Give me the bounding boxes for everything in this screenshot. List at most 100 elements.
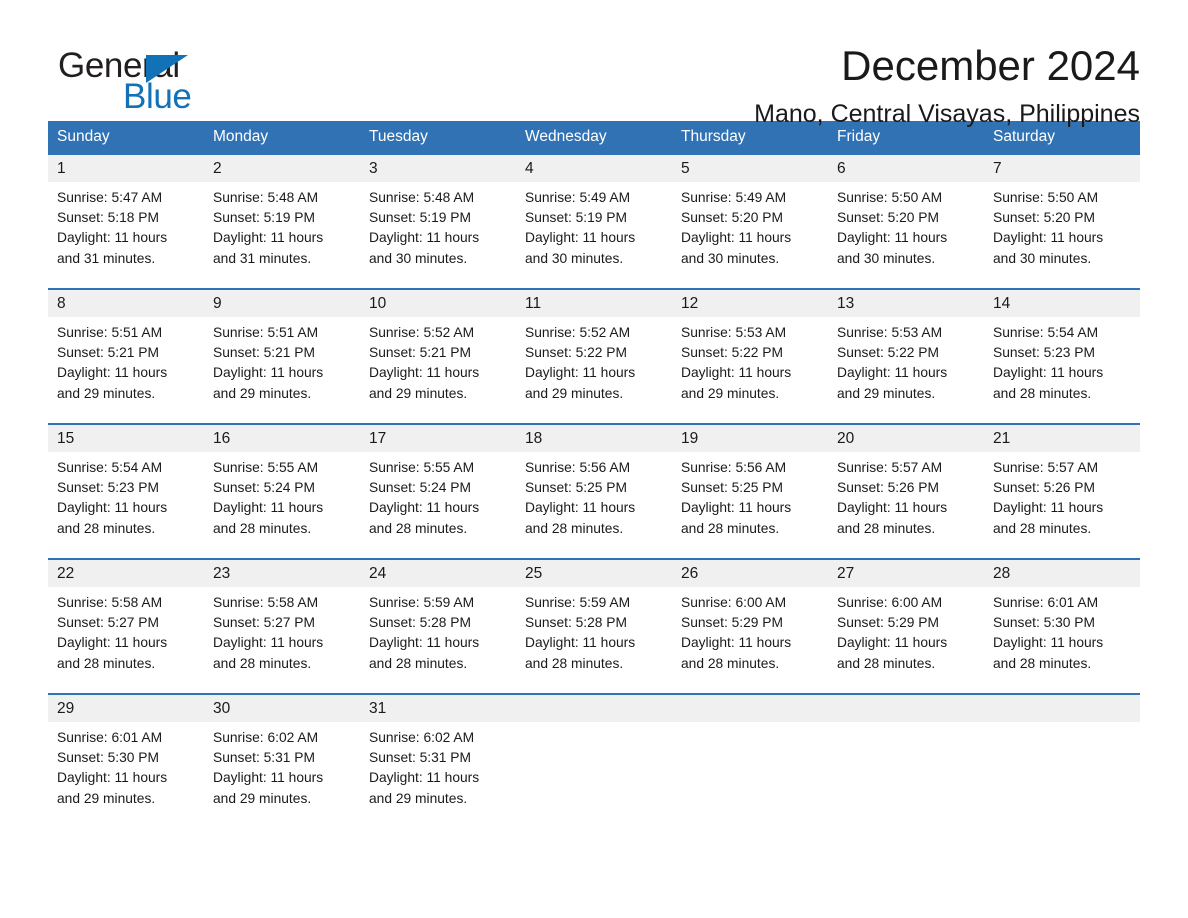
day-number[interactable]: 17 [360,425,516,452]
sunset-text: Sunset: 5:22 PM [525,345,628,361]
weekday-header-saturday: Saturday [993,128,1056,145]
day-cell[interactable]: Sunrise: 5:56 AM Sunset: 5:25 PM Dayligh… [516,458,672,558]
day-number[interactable]: 18 [516,425,672,452]
day-cell[interactable]: Sunrise: 5:53 AM Sunset: 5:22 PM Dayligh… [828,323,984,423]
daylight-text-line2: and 30 minutes. [993,250,1092,266]
day-cell[interactable]: Sunrise: 6:01 AM Sunset: 5:30 PM Dayligh… [48,728,204,828]
day-cell[interactable]: Sunrise: 5:49 AM Sunset: 5:20 PM Dayligh… [672,188,828,288]
sunrise-text: Sunrise: 5:57 AM [837,460,943,475]
day-cell[interactable]: Sunrise: 5:50 AM Sunset: 5:20 PM Dayligh… [984,188,1140,288]
sunrise-text: Sunrise: 5:59 AM [525,595,631,610]
day-cell[interactable]: Sunrise: 5:52 AM Sunset: 5:21 PM Dayligh… [360,323,516,423]
day-number[interactable]: 24 [360,560,516,587]
day-cell[interactable]: Sunrise: 5:50 AM Sunset: 5:20 PM Dayligh… [828,188,984,288]
day-cell[interactable]: Sunrise: 5:52 AM Sunset: 5:22 PM Dayligh… [516,323,672,423]
day-number[interactable]: 13 [828,290,984,317]
day-cell[interactable]: Sunrise: 6:00 AM Sunset: 5:29 PM Dayligh… [672,593,828,693]
day-cell[interactable]: Sunrise: 5:51 AM Sunset: 5:21 PM Dayligh… [48,323,204,423]
day-cell[interactable]: Sunrise: 5:49 AM Sunset: 5:19 PM Dayligh… [516,188,672,288]
day-number[interactable]: 22 [48,560,204,587]
day-cell[interactable]: Sunrise: 5:55 AM Sunset: 5:24 PM Dayligh… [360,458,516,558]
day-number[interactable]: 10 [360,290,516,317]
daylight-text-line2: and 28 minutes. [369,655,468,671]
day-number[interactable]: 23 [204,560,360,587]
day-cell[interactable]: Sunrise: 5:48 AM Sunset: 5:19 PM Dayligh… [204,188,360,288]
day-cell[interactable]: Sunrise: 5:54 AM Sunset: 5:23 PM Dayligh… [984,323,1140,423]
day-number[interactable]: 25 [516,560,672,587]
day-cell[interactable]: Sunrise: 6:02 AM Sunset: 5:31 PM Dayligh… [204,728,360,828]
sunset-text: Sunset: 5:22 PM [681,345,784,361]
week-cells: Sunrise: 5:54 AM Sunset: 5:23 PM Dayligh… [48,452,1140,558]
sunrise-text: Sunrise: 6:00 AM [681,595,787,610]
sunrise-text: Sunrise: 5:50 AM [993,190,1099,205]
day-number[interactable]: 27 [828,560,984,587]
day-number[interactable]: 8 [48,290,204,317]
day-number[interactable]: 11 [516,290,672,317]
day-number[interactable]: 9 [204,290,360,317]
day-cell[interactable]: Sunrise: 5:47 AM Sunset: 5:18 PM Dayligh… [48,188,204,288]
day-cell[interactable]: Sunrise: 6:00 AM Sunset: 5:29 PM Dayligh… [828,593,984,693]
week-cells: Sunrise: 5:51 AM Sunset: 5:21 PM Dayligh… [48,317,1140,423]
day-cell[interactable]: Sunrise: 5:57 AM Sunset: 5:26 PM Dayligh… [984,458,1140,558]
day-cell-empty [828,728,984,828]
daylight-text-line2: and 28 minutes. [837,655,936,671]
sunset-text: Sunset: 5:23 PM [993,345,1096,361]
day-cell[interactable]: Sunrise: 6:01 AM Sunset: 5:30 PM Dayligh… [984,593,1140,693]
sunset-text: Sunset: 5:31 PM [369,750,472,766]
week-cells: Sunrise: 5:58 AM Sunset: 5:27 PM Dayligh… [48,587,1140,693]
day-cell[interactable]: Sunrise: 5:59 AM Sunset: 5:28 PM Dayligh… [516,593,672,693]
day-number[interactable]: 12 [672,290,828,317]
day-number[interactable]: 14 [984,290,1140,317]
day-number[interactable]: 1 [48,155,204,182]
sunrise-text: Sunrise: 5:49 AM [525,190,631,205]
day-number[interactable]: 26 [672,560,828,587]
day-number[interactable]: 6 [828,155,984,182]
sunrise-text: Sunrise: 5:47 AM [57,190,163,205]
daylight-text-line2: and 28 minutes. [57,655,156,671]
sunrise-text: Sunrise: 5:48 AM [213,190,319,205]
daylight-text-line1: Daylight: 11 hours [213,500,324,516]
day-number[interactable]: 31 [360,695,516,722]
day-number[interactable]: 4 [516,155,672,182]
day-cell[interactable]: Sunrise: 6:02 AM Sunset: 5:31 PM Dayligh… [360,728,516,828]
sunset-text: Sunset: 5:25 PM [681,480,784,496]
day-number[interactable]: 5 [672,155,828,182]
daylight-text-line2: and 29 minutes. [213,790,312,806]
day-number-empty [516,695,672,722]
daylight-text-line2: and 29 minutes. [213,385,312,401]
day-number-empty [828,695,984,722]
sunset-text: Sunset: 5:21 PM [213,345,316,361]
daylight-text-line2: and 28 minutes. [993,385,1092,401]
day-cell[interactable]: Sunrise: 5:58 AM Sunset: 5:27 PM Dayligh… [204,593,360,693]
day-number-band: 15 16 17 18 19 20 21 [48,425,1140,452]
daylight-text-line2: and 30 minutes. [837,250,936,266]
day-number[interactable]: 15 [48,425,204,452]
day-number[interactable]: 2 [204,155,360,182]
week-cells: Sunrise: 5:47 AM Sunset: 5:18 PM Dayligh… [48,182,1140,288]
day-cell[interactable]: Sunrise: 5:59 AM Sunset: 5:28 PM Dayligh… [360,593,516,693]
day-cell[interactable]: Sunrise: 5:56 AM Sunset: 5:25 PM Dayligh… [672,458,828,558]
day-cell[interactable]: Sunrise: 5:55 AM Sunset: 5:24 PM Dayligh… [204,458,360,558]
day-cell[interactable]: Sunrise: 5:51 AM Sunset: 5:21 PM Dayligh… [204,323,360,423]
day-number[interactable]: 28 [984,560,1140,587]
day-number[interactable]: 19 [672,425,828,452]
day-cell[interactable]: Sunrise: 5:58 AM Sunset: 5:27 PM Dayligh… [48,593,204,693]
daylight-text-line1: Daylight: 11 hours [57,500,168,516]
general-blue-logo[interactable]: General Blue [48,44,288,116]
day-cell[interactable]: Sunrise: 5:57 AM Sunset: 5:26 PM Dayligh… [828,458,984,558]
sunset-text: Sunset: 5:27 PM [57,615,160,631]
day-number[interactable]: 7 [984,155,1140,182]
day-number[interactable]: 20 [828,425,984,452]
day-cell[interactable]: Sunrise: 5:54 AM Sunset: 5:23 PM Dayligh… [48,458,204,558]
daylight-text-line2: and 29 minutes. [369,790,468,806]
day-cell[interactable]: Sunrise: 5:53 AM Sunset: 5:22 PM Dayligh… [672,323,828,423]
day-number[interactable]: 30 [204,695,360,722]
daylight-text-line1: Daylight: 11 hours [57,230,168,246]
day-number[interactable]: 16 [204,425,360,452]
sunset-text: Sunset: 5:20 PM [993,210,1096,226]
day-number[interactable]: 3 [360,155,516,182]
day-cell[interactable]: Sunrise: 5:48 AM Sunset: 5:19 PM Dayligh… [360,188,516,288]
day-number[interactable]: 29 [48,695,204,722]
day-number[interactable]: 21 [984,425,1140,452]
daylight-text-line1: Daylight: 11 hours [213,635,324,651]
